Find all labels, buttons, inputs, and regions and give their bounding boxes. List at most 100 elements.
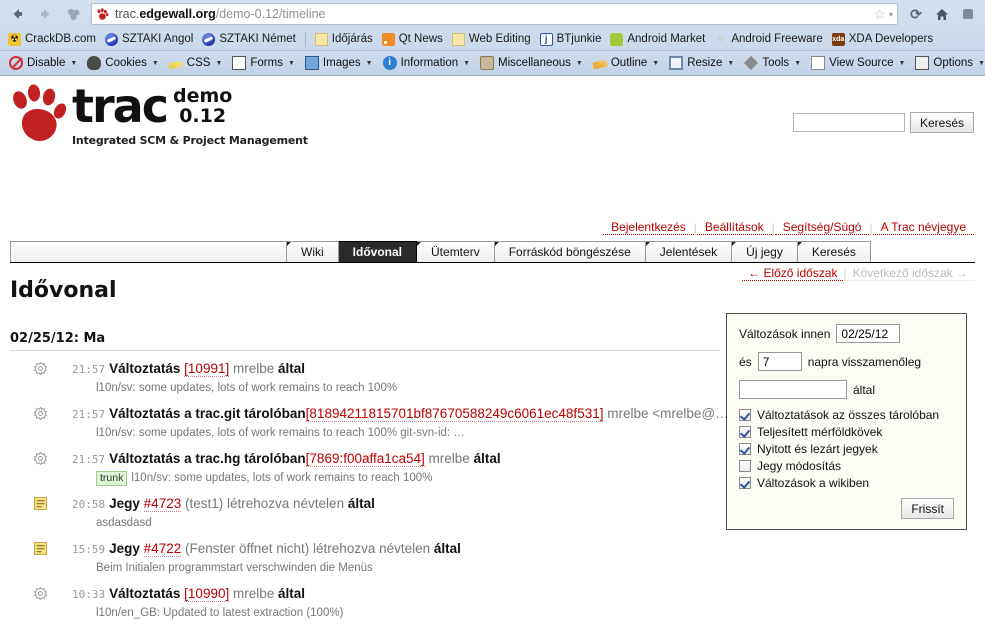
chevron-down-icon[interactable]: ▾ xyxy=(889,10,893,19)
extension-icon[interactable] xyxy=(955,2,981,26)
tab-roadmap[interactable]: Ütemterv xyxy=(417,241,495,262)
css-icon xyxy=(168,60,184,70)
sztaki-icon xyxy=(104,32,118,46)
developer-toolbar: Disable ▼ Cookies ▼ CSS ▼ Forms ▼ Images ▼ iI… xyxy=(0,50,985,75)
reload-icon[interactable]: ⟳ xyxy=(903,2,929,26)
devtool-css[interactable]: CSS ▼ xyxy=(165,56,227,70)
chevron-down-icon: ▼ xyxy=(794,59,802,67)
tab-search[interactable]: Keresés xyxy=(797,241,871,262)
home-icon[interactable] xyxy=(931,8,953,21)
checkbox-icon[interactable] xyxy=(739,409,751,421)
metanav-about[interactable]: A Trac névjegye xyxy=(872,220,974,235)
options-icon xyxy=(915,56,930,70)
filter-check-ticket-changes[interactable]: Jegy módosítás xyxy=(739,459,954,473)
timeline-entry-link[interactable]: [10991] xyxy=(184,361,230,377)
crackdb-icon xyxy=(8,32,21,46)
devtool-forms[interactable]: Forms ▼ xyxy=(228,55,299,71)
filter-check-wiki[interactable]: Változások a wikiben xyxy=(739,476,954,490)
filter-days-input[interactable] xyxy=(757,352,802,371)
bookmark-item[interactable]: Qt News xyxy=(379,32,446,47)
filter-check-tickets[interactable]: Nyitott és lezárt jegyek xyxy=(739,442,954,456)
main-navigation: Wiki Idővonal Ütemterv Forráskód böngész… xyxy=(10,241,975,263)
checkbox-icon[interactable] xyxy=(739,443,751,455)
chevron-down-icon: ▼ xyxy=(727,59,735,67)
filter-check-milestones[interactable]: Teljesített mérföldkövek xyxy=(739,425,954,439)
back-arrow-icon[interactable] xyxy=(4,2,30,26)
devtool-disable[interactable]: Disable ▼ xyxy=(5,55,81,71)
bookmark-separator xyxy=(304,31,306,47)
devtool-options[interactable]: Options ▼ xyxy=(911,55,985,71)
tab-wiki[interactable]: Wiki xyxy=(287,241,339,262)
bookmark-label: Qt News xyxy=(398,33,443,45)
resize-icon xyxy=(669,56,684,70)
browser-chrome: trac.edgewall.org/demo-0.12/timeline ☆ ▾… xyxy=(0,0,985,76)
devtool-resize[interactable]: Resize ▼ xyxy=(665,55,738,71)
checkbox-icon[interactable] xyxy=(739,477,751,489)
tab-browse-source[interactable]: Forráskód böngészése xyxy=(494,241,646,262)
timeline-entry-link[interactable]: [7869:f00affa1ca54] xyxy=(305,451,425,467)
filter-check-changesets[interactable]: Változtatások az összes tárolóban xyxy=(739,408,954,422)
devtool-cookies[interactable]: Cookies ▼ xyxy=(83,55,163,71)
bookmark-item[interactable]: ♥ Android Freeware xyxy=(711,32,825,47)
devtool-label: Images xyxy=(322,57,361,69)
search-button[interactable]: Keresés xyxy=(909,112,974,133)
bookmark-item[interactable]: Web Editing xyxy=(449,32,534,47)
filter-days-row: és napra visszamenőleg xyxy=(739,352,954,371)
timeline-entry-author: (test1) létrehozva névtelen xyxy=(184,496,345,511)
chevron-down-icon: ▼ xyxy=(365,59,373,67)
bookmark-item[interactable]: CrackDB.com xyxy=(5,32,99,47)
address-bar-actions: ☆ ▾ xyxy=(873,6,893,23)
bookmark-item[interactable]: SZTAKI Angol xyxy=(102,32,196,47)
timeline-entry-link[interactable]: #4723 xyxy=(143,496,182,512)
stop-icon[interactable] xyxy=(60,2,86,26)
timeline-entry-author: mrelbe xyxy=(428,451,470,466)
bookmark-star-icon[interactable]: ☆ xyxy=(873,6,886,23)
bookmark-item[interactable]: j BTjunkie xyxy=(537,32,605,47)
checkbox-icon[interactable] xyxy=(739,460,751,472)
bookmark-item[interactable]: Android Market xyxy=(607,32,708,47)
tab-new-ticket[interactable]: Új jegy xyxy=(732,241,798,262)
devtool-label: Resize xyxy=(687,57,723,69)
devtool-outline[interactable]: Outline ▼ xyxy=(589,56,663,70)
filter-from-date-input[interactable] xyxy=(836,324,901,343)
devtool-label: Outline xyxy=(610,57,648,69)
devtool-tools[interactable]: Tools ▼ xyxy=(740,55,805,71)
bookmark-item[interactable]: SZTAKI Német xyxy=(199,32,298,47)
chevron-down-icon: ▼ xyxy=(463,59,471,67)
timeline-entry-link[interactable]: #4722 xyxy=(143,541,182,557)
bookmark-item[interactable]: Időjárás xyxy=(312,32,376,47)
url-subdomain: trac. xyxy=(115,7,140,21)
chevron-down-icon: ▼ xyxy=(575,59,583,67)
bookmark-label: XDA Developers xyxy=(848,33,934,45)
filter-author-label: által xyxy=(853,382,876,397)
address-bar[interactable]: trac.edgewall.org/demo-0.12/timeline ☆ ▾ xyxy=(91,3,898,25)
filter-update-button[interactable]: Frissít xyxy=(901,498,954,519)
chevron-down-icon: ▼ xyxy=(287,59,295,67)
timeline-entry[interactable]: 15:59 Jegy #4722 (Fenster öffnet nicht) l… xyxy=(10,539,965,576)
checkbox-icon[interactable] xyxy=(739,426,751,438)
bookmark-label: CrackDB.com xyxy=(25,33,96,45)
forward-arrow-icon[interactable] xyxy=(32,2,58,26)
devtool-view-source[interactable]: View Source ▼ xyxy=(807,55,909,71)
tab-label: Idővonal xyxy=(352,245,403,259)
timeline-entry-link[interactable]: [81894211815701bf87670588249c6061ec48f53… xyxy=(305,406,604,422)
devtool-information[interactable]: i Information ▼ xyxy=(379,55,474,71)
devtool-images[interactable]: Images ▼ xyxy=(301,55,377,71)
bookmark-item[interactable]: xda XDA Developers xyxy=(829,32,936,47)
next-period-link[interactable]: Következő időszak → xyxy=(846,266,974,281)
filter-author-input[interactable] xyxy=(739,380,847,399)
timeline-entry-time: 21:57 xyxy=(72,408,106,421)
tab-timeline[interactable]: Idővonal xyxy=(338,241,418,262)
bookmark-label: BTjunkie xyxy=(556,33,602,45)
timeline-entry-link[interactable]: [10990] xyxy=(184,586,230,602)
metanav-help[interactable]: Segítség/Súgó xyxy=(774,220,870,235)
metanav-login[interactable]: Bejelentkezés xyxy=(603,220,694,235)
metanav-preferences[interactable]: Beállítások xyxy=(696,220,772,235)
prev-period-link[interactable]: ← Előző időszak xyxy=(742,266,844,281)
forms-icon xyxy=(232,56,247,70)
search-input[interactable] xyxy=(792,113,905,132)
timeline-entry[interactable]: 10:33 Változtatás [10990] mrelbe által l1… xyxy=(10,584,965,621)
tab-reports[interactable]: Jelentések xyxy=(645,241,733,262)
devtool-miscellaneous[interactable]: Miscellaneous ▼ xyxy=(476,55,587,71)
changeset-icon xyxy=(33,451,48,466)
